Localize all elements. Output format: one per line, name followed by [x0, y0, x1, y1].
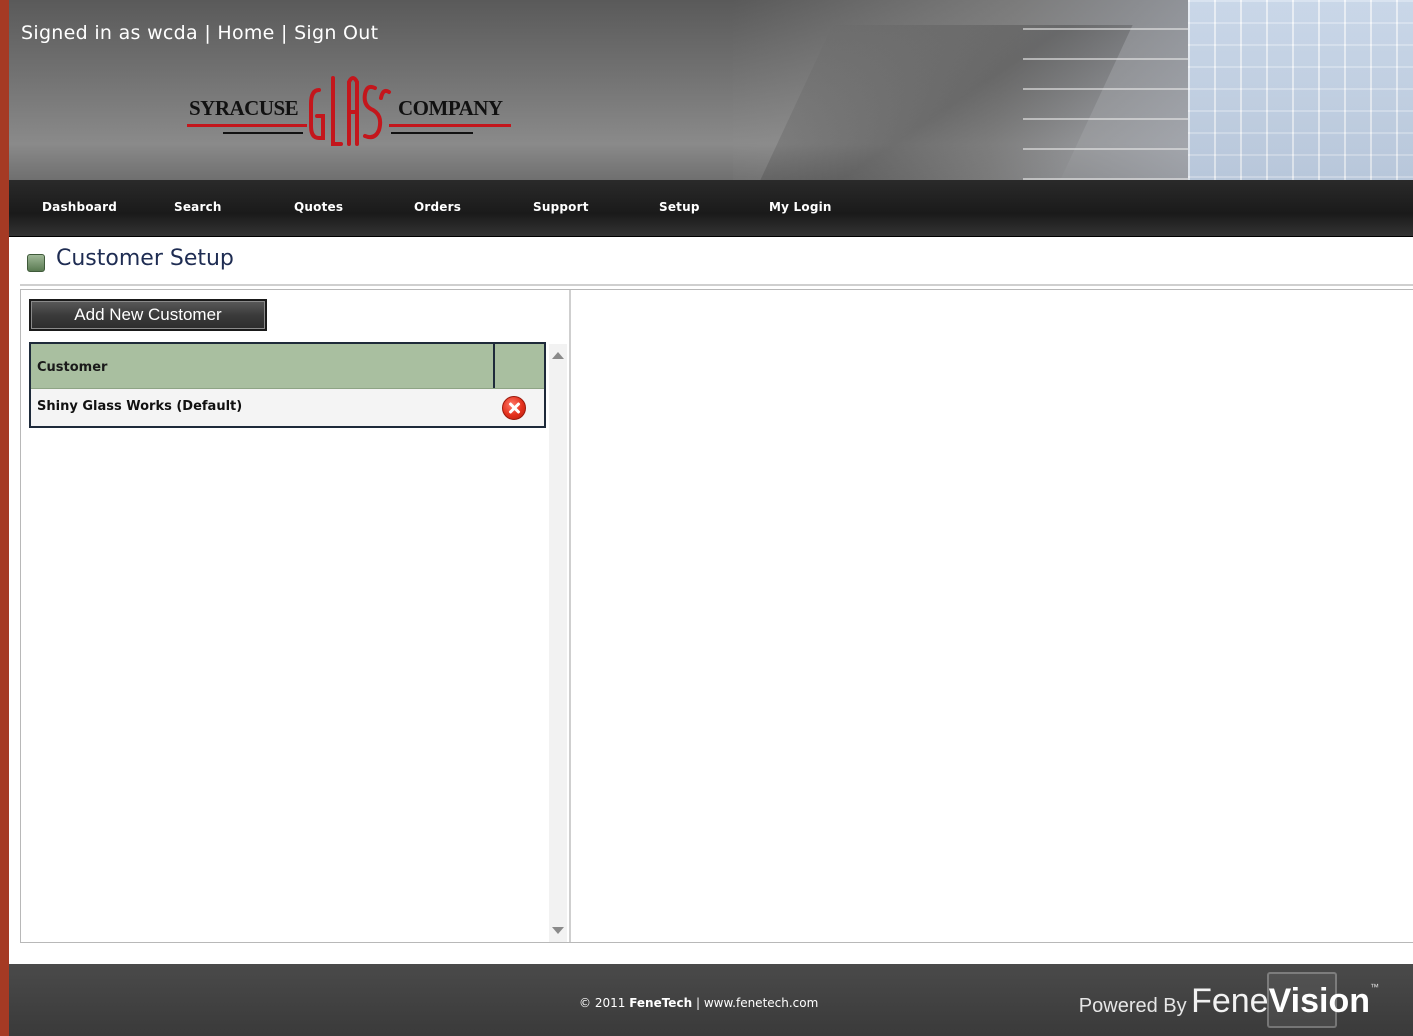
delete-icon[interactable]	[502, 396, 526, 420]
nav-search[interactable]: Search	[174, 200, 222, 214]
main-nav: Dashboard Search Quotes Orders Support S…	[9, 180, 1413, 237]
footer-company: FeneTech	[629, 996, 693, 1010]
customer-list-pane: Add New Customer Customer Shiny Glass Wo…	[21, 290, 549, 942]
nav-my-login[interactable]: My Login	[769, 200, 832, 214]
nav-quotes[interactable]: Quotes	[294, 200, 343, 214]
vertical-scrollbar[interactable]	[549, 344, 567, 942]
green-square-icon	[27, 254, 45, 272]
logo-rule-right-thin	[391, 132, 473, 134]
nav-setup[interactable]: Setup	[659, 200, 700, 214]
scroll-up-arrow-icon[interactable]	[552, 352, 564, 359]
nav-orders[interactable]: Orders	[414, 200, 461, 214]
logo-rule-left-thin	[223, 132, 303, 134]
column-separator	[493, 344, 495, 388]
footer-separator: |	[695, 996, 700, 1010]
logo-glass-mark	[309, 76, 391, 146]
powered-by-fenevision: Powered By FeneVision™	[1079, 982, 1379, 1021]
title-divider	[20, 284, 1413, 286]
table-row[interactable]: Shiny Glass Works (Default)	[31, 389, 544, 426]
footer: © 2011 FeneTech | www.fenetech.com Power…	[9, 964, 1413, 1036]
logo-word-company: COMPANY	[398, 96, 503, 120]
brand-vision: Vision	[1268, 982, 1370, 1020]
customer-detail-pane	[571, 290, 1413, 942]
page-title: Customer Setup	[56, 246, 234, 271]
logo-rule-left	[187, 124, 307, 127]
home-link[interactable]: Home	[217, 22, 274, 44]
sign-out-link[interactable]: Sign Out	[294, 22, 378, 44]
add-new-customer-button[interactable]: Add New Customer	[29, 299, 267, 331]
logo-rule-right	[389, 124, 511, 127]
copyright-text: © 2011	[579, 996, 626, 1010]
customer-setup-panel: Add New Customer Customer Shiny Glass Wo…	[20, 289, 1413, 943]
logo-word-syracuse: SYRACUSE	[189, 96, 299, 120]
powered-by-text: Powered By	[1078, 995, 1187, 1017]
header-art-building	[1188, 0, 1413, 180]
company-logo: SYRACUSE COMPANY	[179, 68, 514, 154]
header-artwork	[733, 0, 1413, 180]
column-header-customer[interactable]: Customer	[37, 360, 107, 375]
footer-website-link[interactable]: www.fenetech.com	[704, 996, 819, 1010]
user-bar-separator: |	[281, 22, 288, 44]
nav-dashboard[interactable]: Dashboard	[42, 200, 117, 214]
brand-fene: Fene	[1191, 982, 1269, 1020]
scroll-down-arrow-icon[interactable]	[552, 927, 564, 934]
brand-trademark: ™	[1370, 982, 1379, 992]
user-bar: Signed in as wcda | Home | Sign Out	[21, 22, 378, 44]
customer-name-cell[interactable]: Shiny Glass Works (Default)	[37, 399, 242, 414]
left-edge-strip	[0, 0, 9, 1036]
customer-grid: Customer Shiny Glass Works (Default)	[29, 342, 546, 428]
user-bar-separator: |	[204, 22, 212, 44]
header-banner: Signed in as wcda | Home | Sign Out SYRA…	[9, 0, 1413, 180]
nav-support[interactable]: Support	[533, 200, 589, 214]
grid-header: Customer	[31, 344, 544, 389]
signed-in-text: Signed in as wcda	[21, 22, 198, 44]
footer-copyright: © 2011 FeneTech | www.fenetech.com	[579, 996, 818, 1010]
